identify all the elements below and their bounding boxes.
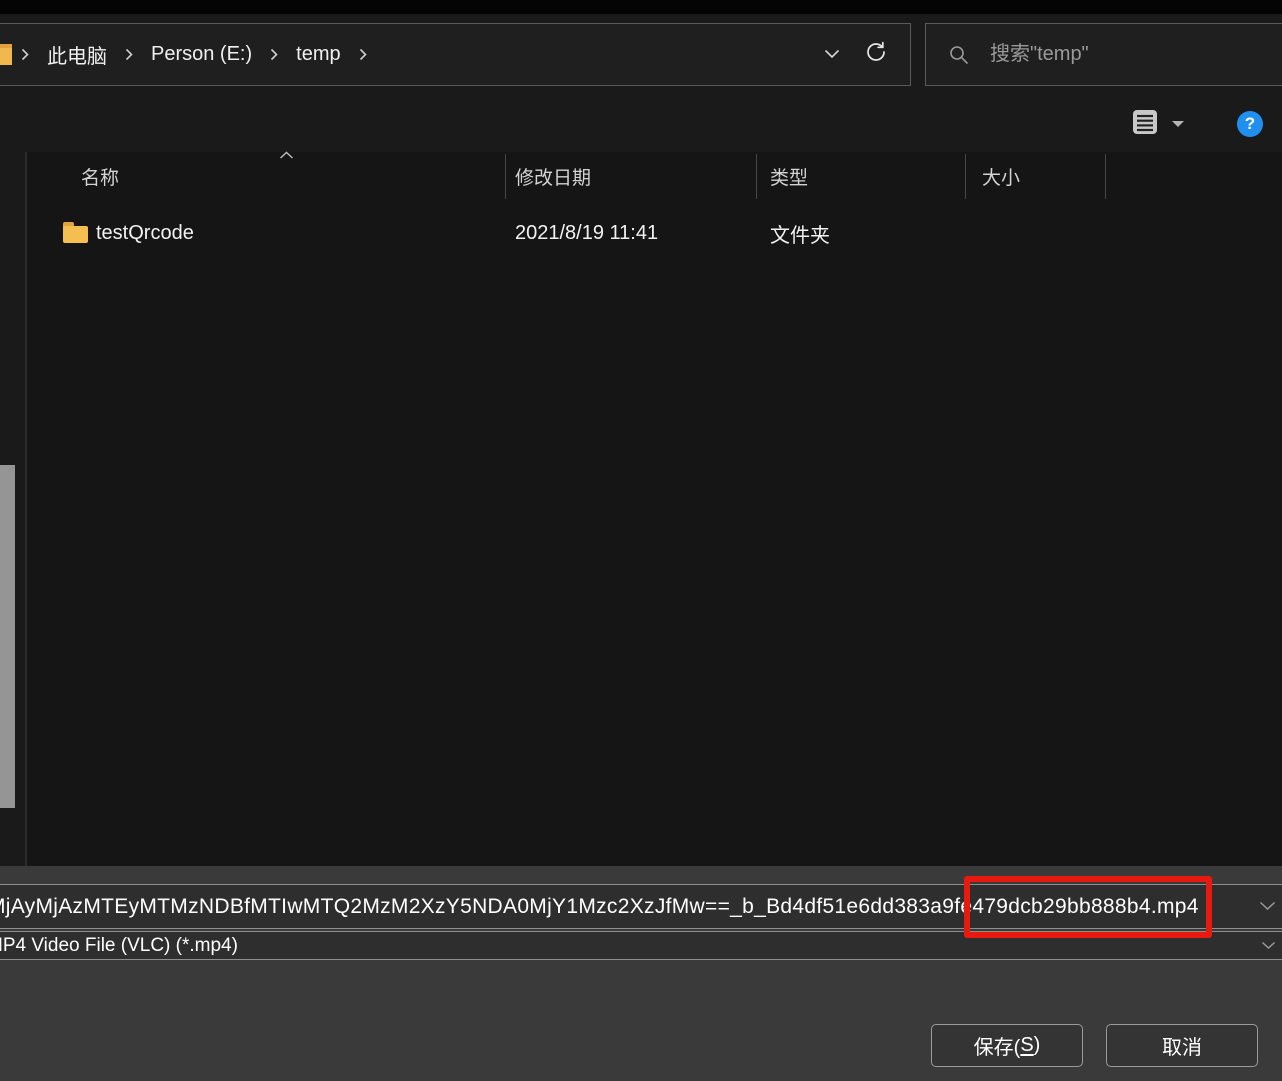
address-bar[interactable]: 此电脑 Person (E:) temp xyxy=(0,23,911,86)
column-divider xyxy=(505,154,506,199)
file-type: 文件夹 xyxy=(770,213,830,253)
file-date-modified: 2021/8/19 11:41 xyxy=(515,213,658,253)
filename-input[interactable]: MjAyMjAzMTEyMTMzNDBfMTIwMTQ2MzM2XzY5NDA0… xyxy=(0,884,1282,929)
file-type-select[interactable]: MP4 Video File (VLC) (*.mp4) xyxy=(0,931,1282,960)
help-icon: ? xyxy=(1245,114,1255,134)
column-header-size[interactable]: 大小 xyxy=(982,152,1020,200)
cancel-button[interactable]: 取消 xyxy=(1106,1024,1258,1067)
refresh-icon xyxy=(864,40,888,69)
breadcrumb-item-drive-e[interactable]: Person (E:) xyxy=(142,43,261,66)
search-icon xyxy=(948,44,970,66)
dialog-footer: MjAyMjAzMTEyMTMzNDBfMTIwMTQ2MzM2XzY5NDA0… xyxy=(0,866,1282,1081)
chevron-down-icon[interactable] xyxy=(1261,937,1276,955)
chevron-right-icon xyxy=(21,48,29,61)
left-scrollbar-thumb[interactable] xyxy=(0,465,15,808)
save-button[interactable]: 保存(S) xyxy=(931,1024,1083,1067)
search-box[interactable] xyxy=(925,23,1282,86)
filename-highlighted-segment: 479dcb29bb888b4.mp4 xyxy=(972,895,1198,919)
column-divider xyxy=(756,154,757,199)
file-list-pane[interactable] xyxy=(27,152,1282,866)
column-header-date-modified[interactable]: 修改日期 xyxy=(515,152,591,200)
pane-divider xyxy=(25,152,27,866)
breadcrumb-item-temp[interactable]: temp xyxy=(287,43,349,66)
save-button-accesskey: S xyxy=(1020,1034,1033,1057)
address-dropdown-button[interactable] xyxy=(810,33,854,77)
column-divider xyxy=(965,154,966,199)
sort-ascending-icon xyxy=(279,147,294,165)
column-header-type[interactable]: 类型 xyxy=(770,152,808,200)
column-divider xyxy=(1105,154,1106,199)
breadcrumb-item-this-pc[interactable]: 此电脑 xyxy=(38,40,116,69)
search-input[interactable] xyxy=(988,42,1242,67)
annotation-rectangle xyxy=(964,876,1211,938)
save-button-label-suffix: ) xyxy=(1034,1034,1041,1057)
save-button-label: 保存( xyxy=(974,1031,1021,1060)
file-name: testQrcode xyxy=(96,213,194,253)
save-file-dialog: 此电脑 Person (E:) temp xyxy=(0,0,1282,1081)
folder-icon xyxy=(63,222,88,243)
folder-icon xyxy=(0,44,12,65)
chevron-right-icon xyxy=(359,48,367,61)
list-view-icon xyxy=(1131,108,1159,141)
chevron-right-icon xyxy=(125,48,133,61)
chevron-right-icon xyxy=(270,48,278,61)
view-options-button[interactable] xyxy=(1131,107,1189,141)
chevron-down-icon xyxy=(824,46,840,64)
refresh-button[interactable] xyxy=(854,33,898,77)
titlebar-strip xyxy=(0,0,1282,14)
chevron-down-icon[interactable] xyxy=(1259,898,1276,916)
file-row-testqrcode[interactable]: testQrcode 2021/8/19 11:41 文件夹 xyxy=(27,213,1187,253)
filename-prefix: MjAyMjAzMTEyMTMzNDBfMTIwMTQ2MzM2XzY5NDA0… xyxy=(0,895,972,918)
chevron-down-icon xyxy=(1172,121,1184,127)
column-header-name[interactable]: 名称 xyxy=(81,152,119,200)
file-type-value: MP4 Video File (VLC) (*.mp4) xyxy=(0,935,238,957)
help-button[interactable]: ? xyxy=(1237,111,1263,137)
filename-value: MjAyMjAzMTEyMTMzNDBfMTIwMTQ2MzM2XzY5NDA0… xyxy=(0,895,1199,919)
